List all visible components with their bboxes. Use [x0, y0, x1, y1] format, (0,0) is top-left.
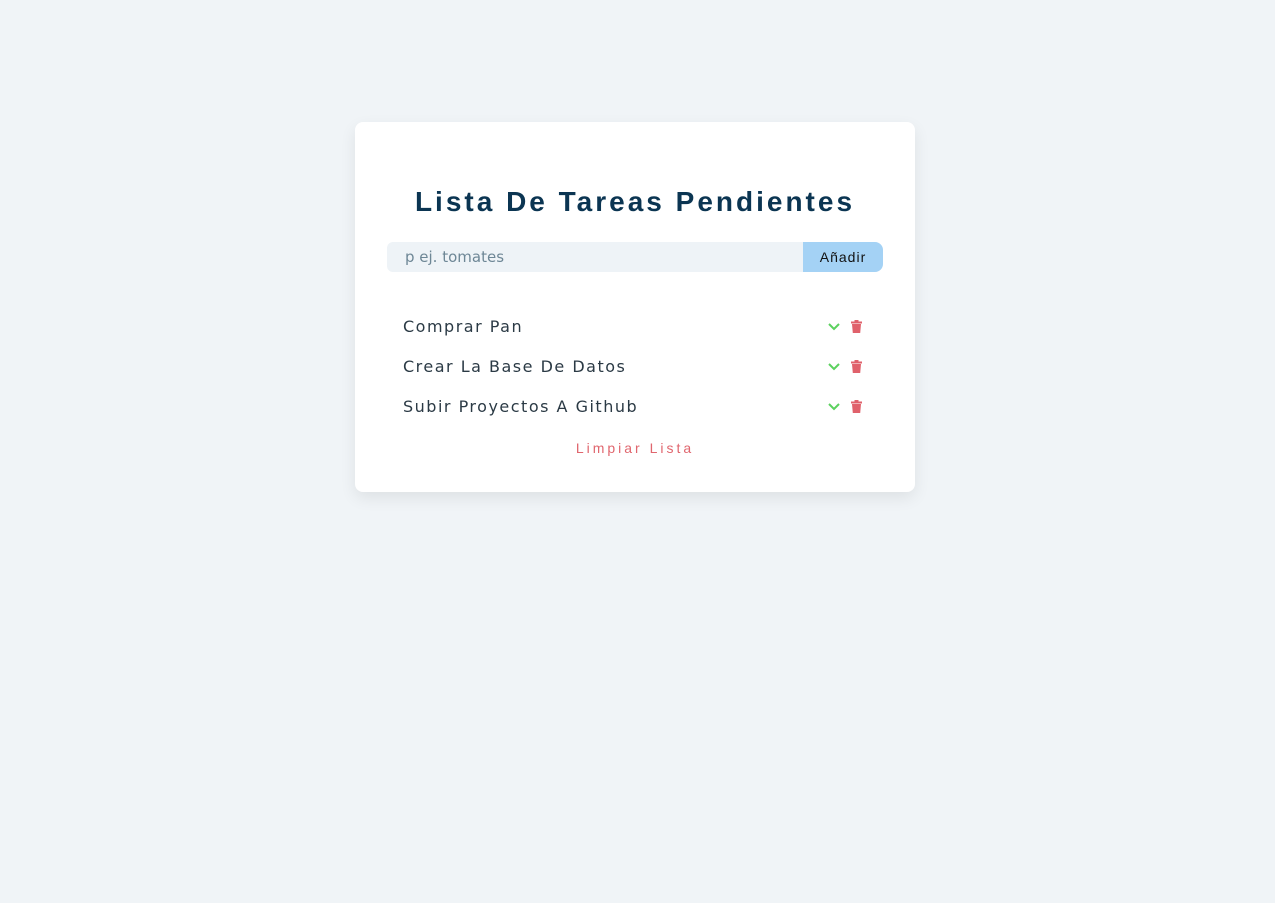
check-icon[interactable]: [827, 319, 841, 333]
check-icon[interactable]: [827, 359, 841, 373]
todo-card: Lista De Tareas Pendientes Añadir Compra…: [355, 122, 915, 492]
task-text: Comprar Pan: [403, 316, 524, 336]
trash-icon[interactable]: [849, 319, 863, 333]
page-title: Lista De Tareas Pendientes: [414, 186, 856, 217]
task-text: Subir Proyectos A Github: [403, 396, 639, 416]
task-actions: [827, 319, 867, 333]
task-text: Crear La Base De Datos: [403, 356, 627, 376]
list-item: Crear La Base De Datos: [403, 346, 867, 386]
task-input[interactable]: [387, 242, 803, 272]
task-actions: [827, 399, 867, 413]
trash-icon[interactable]: [849, 399, 863, 413]
list-item: Subir Proyectos A Github: [403, 386, 867, 426]
task-actions: [827, 359, 867, 373]
add-task-form: Añadir: [387, 242, 883, 272]
task-list: Comprar Pan Crear La Base De Datos Subir…: [403, 306, 867, 426]
list-item: Comprar Pan: [403, 306, 867, 346]
clear-list-button[interactable]: Limpiar Lista: [355, 440, 915, 456]
check-icon[interactable]: [827, 399, 841, 413]
trash-icon[interactable]: [849, 359, 863, 373]
add-button[interactable]: Añadir: [803, 242, 883, 272]
